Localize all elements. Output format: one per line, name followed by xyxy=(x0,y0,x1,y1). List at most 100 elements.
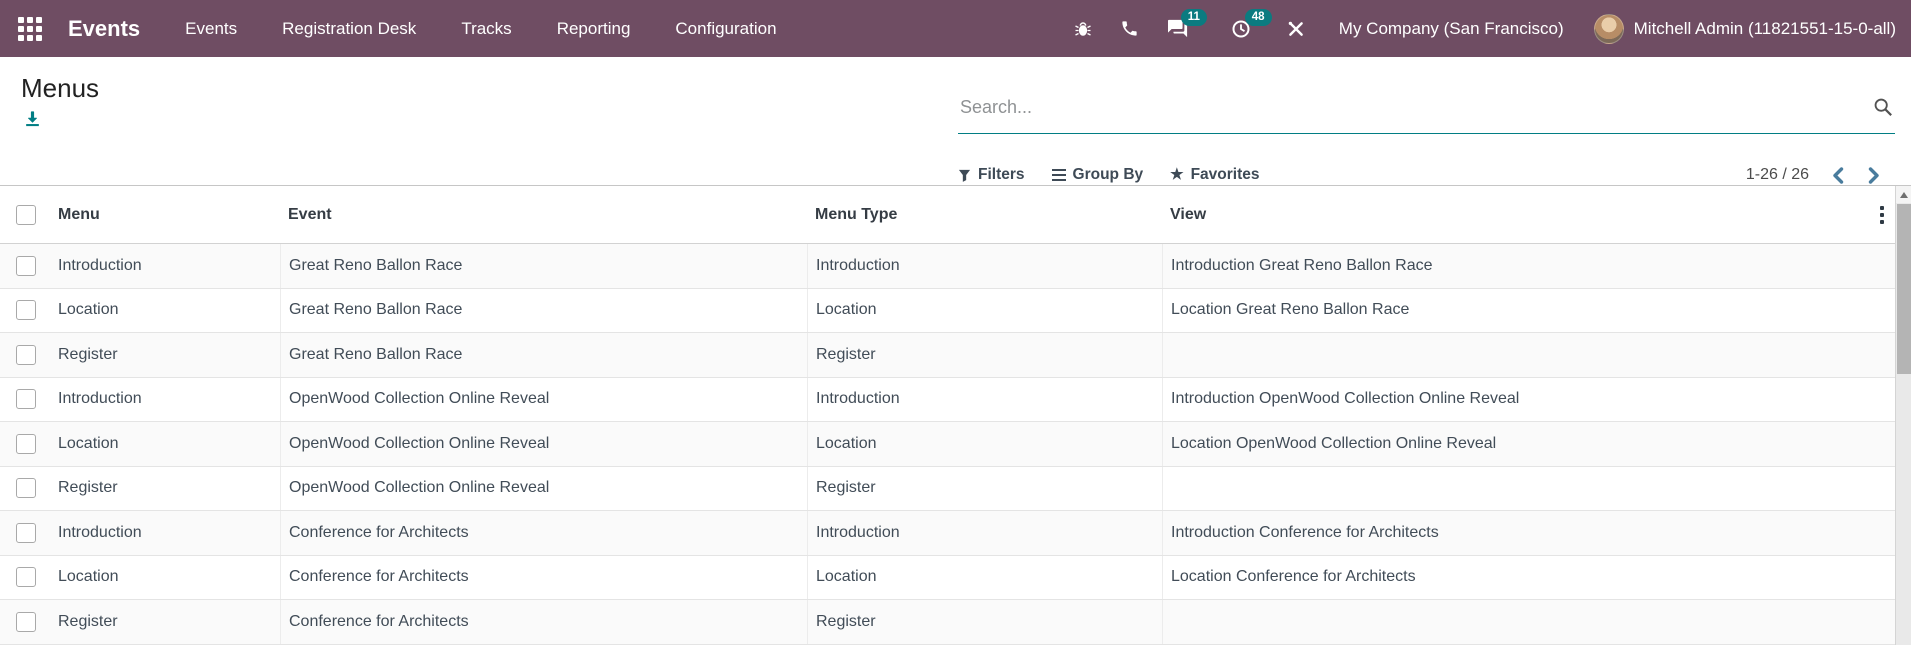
scroll-up-arrow-icon[interactable] xyxy=(1896,186,1911,203)
row-checkbox[interactable] xyxy=(16,255,36,276)
row-checkbox[interactable] xyxy=(16,389,36,410)
row-checkbox[interactable] xyxy=(16,478,36,499)
cell-view: Introduction OpenWood Collection Online … xyxy=(1162,377,1868,421)
cell-menu-type: Introduction xyxy=(807,511,1162,555)
cell-menu-type: Location xyxy=(807,422,1162,466)
activities-clock-icon[interactable]: 48 xyxy=(1231,8,1272,39)
favorites-button[interactable]: ★ Favorites xyxy=(1170,166,1259,184)
funnel-icon xyxy=(958,169,971,182)
column-header-view[interactable]: View xyxy=(1162,186,1868,243)
user-avatar[interactable] xyxy=(1593,13,1624,44)
table-row[interactable]: Register Great Reno Ballon Race Register xyxy=(0,333,1911,378)
cell-event: OpenWood Collection Online Reveal xyxy=(280,466,807,510)
messages-count-badge: 11 xyxy=(1180,8,1207,26)
table-row[interactable]: Location Great Reno Ballon Race Location… xyxy=(0,288,1911,333)
cell-event: OpenWood Collection Online Reveal xyxy=(280,422,807,466)
phone-icon[interactable] xyxy=(1120,19,1139,38)
optional-columns-kebab-icon[interactable] xyxy=(1874,204,1890,226)
table-row[interactable]: Location OpenWood Collection Online Reve… xyxy=(0,422,1911,467)
company-switcher[interactable]: My Company (San Francisco) xyxy=(1339,19,1564,39)
control-panel: Menus Filters xyxy=(0,57,1911,185)
row-check-cell xyxy=(0,467,48,511)
cell-event: OpenWood Collection Online Reveal xyxy=(280,377,807,421)
table-row[interactable]: Register OpenWood Collection Online Reve… xyxy=(0,466,1911,511)
messages-icon[interactable]: 11 xyxy=(1167,8,1207,39)
row-checkbox[interactable] xyxy=(16,522,36,543)
cell-menu-type: Introduction xyxy=(807,377,1162,421)
cell-menu-type: Register xyxy=(807,333,1162,377)
cell-event: Conference for Architects xyxy=(280,600,807,644)
export-button[interactable] xyxy=(23,109,42,128)
chevron-right-icon xyxy=(1868,166,1879,184)
row-checkbox[interactable] xyxy=(16,433,36,454)
cell-menu: Location xyxy=(58,301,119,319)
select-all-cell xyxy=(0,186,48,243)
cell-menu-type: Register xyxy=(807,600,1162,644)
pager-range[interactable]: 1-26 / 26 xyxy=(1746,166,1809,184)
cell-view xyxy=(1162,600,1868,644)
tools-icon[interactable] xyxy=(1287,20,1305,38)
scrollbar-thumb[interactable] xyxy=(1897,204,1911,374)
apps-menu-icon[interactable] xyxy=(16,15,44,43)
cell-view: Location Great Reno Ballon Race xyxy=(1162,288,1868,332)
bug-icon[interactable] xyxy=(1074,20,1092,38)
row-checkbox[interactable] xyxy=(16,300,36,321)
search-bar xyxy=(958,81,1895,134)
row-checkbox[interactable] xyxy=(16,567,36,588)
table-row[interactable]: Location Conference for Architects Locat… xyxy=(0,555,1911,600)
column-header-menu[interactable]: Menu xyxy=(48,186,280,243)
row-check-cell xyxy=(0,244,48,288)
row-check-cell xyxy=(0,333,48,377)
cell-event: Conference for Architects xyxy=(280,511,807,555)
cell-menu: Introduction xyxy=(58,256,142,274)
select-all-checkbox[interactable] xyxy=(16,204,36,225)
cell-view: Introduction Conference for Architects xyxy=(1162,511,1868,555)
cell-menu-type: Location xyxy=(807,555,1162,599)
cell-menu: Register xyxy=(58,612,118,630)
row-check-cell xyxy=(0,556,48,600)
cell-menu: Register xyxy=(58,345,118,363)
table-row[interactable]: Introduction Great Reno Ballon Race Intr… xyxy=(0,244,1911,289)
table-row[interactable]: Introduction Conference for Architects I… xyxy=(0,511,1911,556)
cell-menu-type: Introduction xyxy=(807,244,1162,288)
column-header-menu-type[interactable]: Menu Type xyxy=(807,186,1162,243)
pager-previous-button[interactable] xyxy=(1831,166,1845,184)
app-nav-menu: Events Registration Desk Tracks Reportin… xyxy=(185,19,776,39)
app-brand[interactable]: Events xyxy=(68,16,140,42)
vertical-scrollbar[interactable] xyxy=(1895,186,1911,645)
nav-item-tracks[interactable]: Tracks xyxy=(461,19,511,39)
column-header-event[interactable]: Event xyxy=(280,186,807,243)
search-input[interactable] xyxy=(958,95,1873,119)
pager-next-button[interactable] xyxy=(1867,166,1881,184)
nav-item-configuration[interactable]: Configuration xyxy=(675,19,776,39)
chevron-left-icon xyxy=(1833,166,1844,184)
cell-menu: Location xyxy=(58,568,119,586)
filters-label: Filters xyxy=(978,166,1025,183)
table-row[interactable]: Register Conference for Architects Regis… xyxy=(0,600,1911,645)
top-navbar: Events Events Registration Desk Tracks R… xyxy=(0,0,1911,57)
cell-view: Introduction Great Reno Ballon Race xyxy=(1162,244,1868,288)
table-row[interactable]: Introduction OpenWood Collection Online … xyxy=(0,377,1911,422)
cell-view xyxy=(1162,333,1868,377)
row-check-cell xyxy=(0,511,48,555)
row-check-cell xyxy=(0,289,48,333)
row-checkbox[interactable] xyxy=(16,611,36,632)
list-body: Introduction Great Reno Ballon Race Intr… xyxy=(0,244,1911,645)
row-check-cell xyxy=(0,378,48,422)
row-checkbox[interactable] xyxy=(16,344,36,365)
group-by-button[interactable]: Group By xyxy=(1051,166,1143,184)
nav-item-reporting[interactable]: Reporting xyxy=(557,19,631,39)
nav-item-events[interactable]: Events xyxy=(185,19,237,39)
row-check-cell xyxy=(0,600,48,644)
page-title: Menus xyxy=(21,73,100,103)
cell-menu: Introduction xyxy=(58,523,142,541)
cell-event: Great Reno Ballon Race xyxy=(280,333,807,377)
filters-button[interactable]: Filters xyxy=(958,166,1025,184)
cell-event: Great Reno Ballon Race xyxy=(280,288,807,332)
user-menu[interactable]: Mitchell Admin (11821551-15-0-all) xyxy=(1634,19,1896,39)
search-icon[interactable] xyxy=(1873,97,1893,117)
bars-icon xyxy=(1051,169,1066,181)
list-header: Menu Event Menu Type View xyxy=(0,186,1911,244)
nav-item-registration-desk[interactable]: Registration Desk xyxy=(282,19,416,39)
activities-count-badge: 48 xyxy=(1244,8,1272,26)
